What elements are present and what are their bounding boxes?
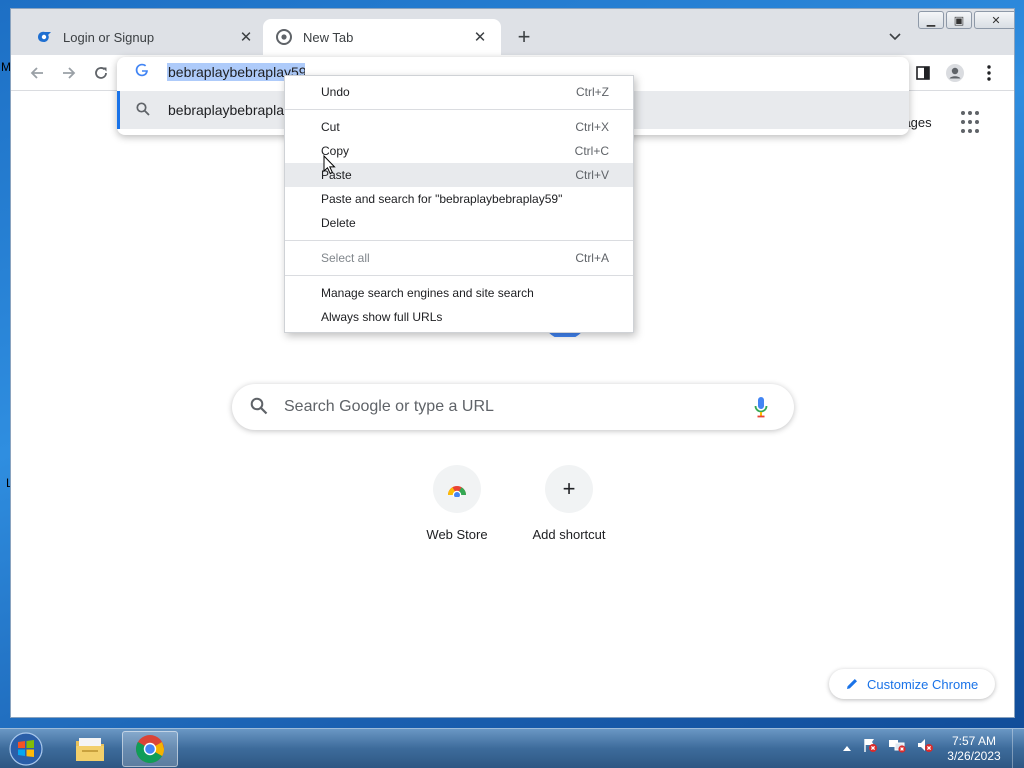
menu-item-undo[interactable]: Undo Ctrl+Z	[285, 80, 633, 104]
chrome-favicon-icon	[275, 28, 293, 46]
microphone-icon[interactable]	[754, 396, 768, 423]
google-apps-grid-icon[interactable]	[961, 111, 985, 135]
chrome-logo-icon	[136, 735, 164, 763]
menu-item-manage-search-engines[interactable]: Manage search engines and site search	[285, 281, 633, 305]
forward-arrow-icon[interactable]	[55, 59, 83, 87]
menu-item-shortcut: Ctrl+X	[575, 120, 609, 134]
tab-login-signup[interactable]: Login or Signup ✕	[23, 19, 267, 55]
minimize-icon[interactable]: ▁	[918, 11, 944, 29]
tab-close-icon[interactable]: ✕	[237, 28, 255, 46]
menu-item-shortcut: Ctrl+V	[575, 168, 609, 182]
clock-date: 3/26/2023	[947, 749, 1001, 763]
maximize-icon[interactable]: ▣	[946, 11, 972, 29]
shortcut-label: Web Store	[426, 527, 488, 542]
menu-item-label: Manage search engines and site search	[321, 286, 534, 300]
shortcut-add[interactable]: + Add shortcut	[513, 465, 625, 542]
site-favicon-icon	[35, 28, 53, 46]
volume-muted-icon[interactable]	[916, 737, 934, 758]
folder-icon	[76, 738, 104, 761]
customize-chrome-label: Customize Chrome	[867, 676, 979, 692]
reload-icon[interactable]	[87, 59, 115, 87]
chrome-menu-kebab-icon[interactable]	[975, 59, 1003, 87]
action-center-flag-icon[interactable]	[862, 737, 878, 758]
taskbar: 7:57 AM 3/26/2023	[0, 728, 1024, 768]
mouse-cursor-icon	[323, 155, 336, 175]
menu-item-shortcut: Ctrl+Z	[576, 85, 609, 99]
tab-new-tab[interactable]: New Tab ✕	[263, 19, 501, 55]
tab-search-chevron-icon[interactable]	[883, 25, 907, 49]
customize-chrome-button[interactable]: Customize Chrome	[829, 669, 995, 699]
context-menu: Undo Ctrl+Z Cut Ctrl+X Copy Ctrl+C Paste…	[284, 75, 634, 333]
window-controls: ▁ ▣ ✕	[916, 11, 1014, 29]
network-icon[interactable]	[888, 737, 906, 758]
menu-item-label: Cut	[321, 120, 340, 134]
taskbar-chrome[interactable]	[122, 731, 178, 767]
chrome-window: Login or Signup ✕ New Tab ✕ + ▁ ▣ ✕ bebr…	[10, 8, 1015, 718]
menu-divider	[285, 240, 633, 241]
tab-title: New Tab	[303, 29, 354, 45]
taskbar-clock[interactable]: 7:57 AM 3/26/2023	[944, 734, 1004, 764]
menu-divider	[285, 275, 633, 276]
menu-item-paste-and-search[interactable]: Paste and search for "bebraplaybebraplay…	[285, 187, 633, 211]
menu-item-label: Delete	[321, 216, 356, 230]
tab-strip: Login or Signup ✕ New Tab ✕ + ▁ ▣ ✕	[11, 9, 1014, 55]
menu-item-label: Always show full URLs	[321, 310, 443, 324]
back-arrow-icon[interactable]	[23, 59, 51, 87]
menu-item-select-all[interactable]: Select all Ctrl+A	[285, 246, 633, 270]
shortcut-label: Add shortcut	[532, 527, 606, 542]
start-orb-icon[interactable]	[6, 731, 46, 767]
tab-close-icon[interactable]: ✕	[471, 28, 489, 46]
plus-icon: +	[545, 465, 593, 513]
clock-time: 7:57 AM	[951, 734, 997, 748]
system-tray	[842, 737, 934, 758]
show-desktop-button[interactable]	[1012, 729, 1024, 768]
shortcut-web-store[interactable]: Web Store	[401, 465, 513, 542]
new-tab-plus-icon[interactable]: +	[511, 24, 537, 50]
search-icon	[250, 397, 268, 420]
menu-divider	[285, 109, 633, 110]
tab-title: Login or Signup	[63, 29, 155, 45]
profile-avatar-icon[interactable]	[941, 59, 969, 87]
close-window-icon[interactable]: ✕	[974, 11, 1014, 29]
taskbar-file-explorer[interactable]	[62, 731, 118, 767]
menu-item-label: Undo	[321, 85, 350, 99]
menu-item-shortcut: Ctrl+C	[574, 144, 609, 158]
google-g-icon	[135, 63, 149, 80]
menu-item-label: Select all	[321, 251, 370, 265]
menu-item-shortcut: Ctrl+A	[575, 251, 609, 265]
menu-item-delete[interactable]: Delete	[285, 211, 633, 235]
menu-item-label: Paste and search for "bebraplaybebraplay…	[321, 192, 563, 206]
menu-item-always-show-full-urls[interactable]: Always show full URLs	[285, 305, 633, 329]
menu-item-cut[interactable]: Cut Ctrl+X	[285, 115, 633, 139]
side-panel-icon[interactable]	[909, 59, 937, 87]
pencil-icon	[845, 677, 859, 691]
search-box[interactable]: Search Google or type a URL	[232, 384, 794, 430]
web-store-icon	[433, 465, 481, 513]
tray-expand-arrow-icon[interactable]	[842, 739, 852, 757]
menu-item-copy[interactable]: Copy Ctrl+C	[285, 139, 633, 163]
search-icon	[136, 102, 150, 121]
menu-item-paste[interactable]: Paste Ctrl+V	[285, 163, 633, 187]
search-placeholder: Search Google or type a URL	[284, 398, 494, 415]
